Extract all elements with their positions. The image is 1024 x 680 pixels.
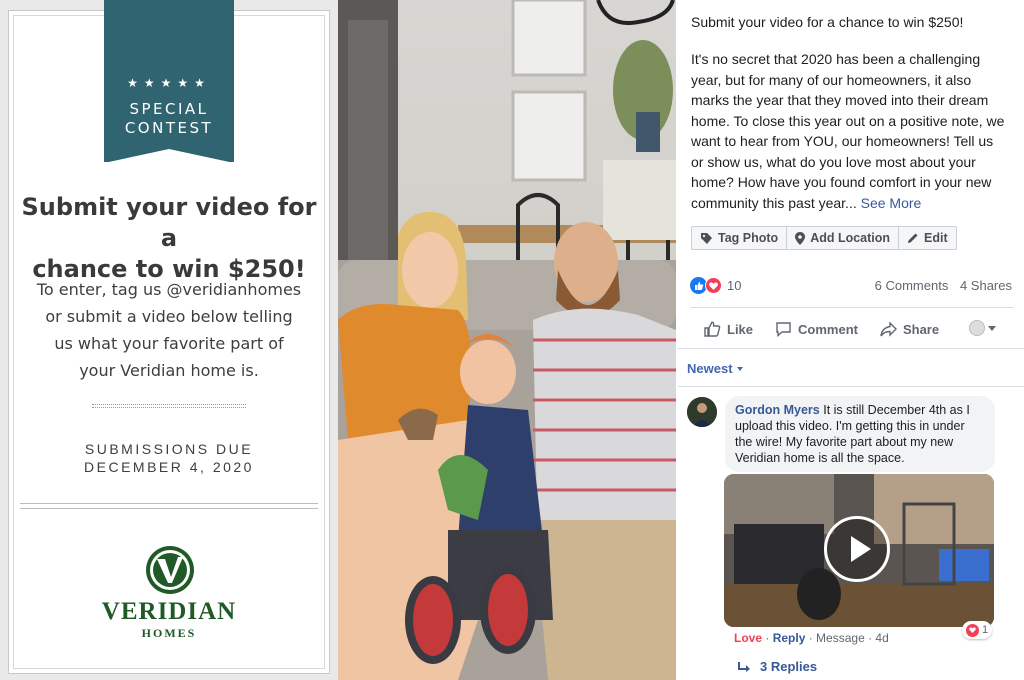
heart-icon <box>966 623 979 637</box>
share-button[interactable]: Share <box>880 321 939 337</box>
tag-photo-button[interactable]: Tag Photo <box>692 227 788 249</box>
ribbon-label: SPECIAL CONTEST <box>124 100 214 137</box>
love-reaction-icon <box>705 277 722 294</box>
tag-icon <box>701 232 712 244</box>
comment-author-link[interactable]: Gordon Myers <box>735 403 820 417</box>
divider <box>690 307 1014 308</box>
logo-wordmark: VERIDIAN <box>101 598 237 625</box>
shares-count-link[interactable]: 4 Shares <box>960 278 1012 293</box>
comment-reaction-badge[interactable]: 1 <box>962 621 993 639</box>
reply-link[interactable]: Reply <box>773 631 806 645</box>
family-photo-illustration <box>338 0 676 680</box>
comment-bubble: Gordon Myers It is still December 4th as… <box>725 396 995 472</box>
avatar <box>969 320 985 336</box>
post-as-selector[interactable] <box>969 320 996 336</box>
veridian-logo-icon <box>146 546 194 594</box>
play-button[interactable] <box>824 516 890 582</box>
special-contest-ribbon: ★★★★★ SPECIAL CONTEST <box>104 0 234 163</box>
like-button[interactable]: Like <box>704 321 753 337</box>
submissions-due: SUBMISSIONS DUE DECEMBER 4, 2020 <box>84 441 254 475</box>
comment-button[interactable]: Comment <box>775 321 858 337</box>
facebook-post-panel: Submit your video for a chance to win $2… <box>678 0 1024 680</box>
divider <box>678 386 1024 387</box>
comment-sort-dropdown[interactable]: Newest <box>687 361 743 376</box>
double-rule-divider <box>20 503 318 509</box>
comment-timestamp: 4d <box>875 631 889 645</box>
family-photo <box>338 0 676 680</box>
promo-headline: Submit your video for a chance to win $2… <box>21 193 317 283</box>
add-location-button[interactable]: Add Location <box>787 227 900 249</box>
contest-promo-card: ★★★★★ SPECIAL CONTEST Submit your video … <box>0 0 338 680</box>
promo-instructions: To enter, tag us @veridianhomes or submi… <box>36 280 302 380</box>
see-more-link[interactable]: See More <box>861 195 922 211</box>
comment-bubble-icon <box>776 322 791 337</box>
view-replies-link[interactable]: 3 Replies <box>738 659 817 674</box>
post-body: It's no secret that 2020 has been a chal… <box>691 51 1005 211</box>
message-link[interactable]: Message <box>816 631 865 645</box>
reply-arrow-icon <box>738 661 750 672</box>
avatar[interactable] <box>687 397 717 427</box>
post-title: Submit your video for a chance to win $2… <box>691 14 964 30</box>
chevron-down-icon <box>736 366 743 371</box>
comment-actions: Love · Reply · Message · 4d <box>734 631 889 645</box>
dotted-divider <box>92 404 246 408</box>
reaction-count[interactable]: 10 <box>727 278 741 293</box>
location-pin-icon <box>795 231 806 245</box>
love-action-link[interactable]: Love <box>734 631 762 645</box>
chevron-down-icon <box>988 325 996 331</box>
comment-video[interactable] <box>724 474 994 627</box>
edit-button[interactable]: Edit <box>899 227 956 249</box>
logo-subtitle: HOMES <box>141 626 197 640</box>
comments-count-link[interactable]: 6 Comments <box>875 278 949 293</box>
photo-actions-bar: Tag Photo Add Location Edit <box>691 226 957 250</box>
post-action-bar: Like Comment Share <box>690 318 1014 340</box>
ribbon-stars: ★★★★★ <box>127 76 211 90</box>
pencil-icon <box>908 233 918 243</box>
divider <box>678 348 1024 349</box>
reaction-summary: 10 6 Comments 4 Shares <box>690 277 1012 297</box>
share-arrow-icon <box>880 321 897 337</box>
thumbs-up-icon <box>704 321 721 337</box>
